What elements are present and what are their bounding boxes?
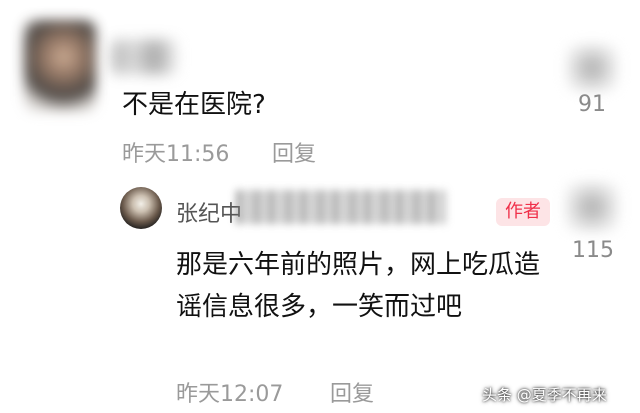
like-count: 115 (572, 238, 614, 263)
watermark: 头条 @夏季不再来 (482, 386, 607, 404)
reply-button[interactable]: 回复 (272, 136, 316, 168)
author-name[interactable]: 张纪中 (176, 196, 242, 228)
commenter-name-blurred[interactable] (112, 40, 176, 74)
author-avatar[interactable] (120, 187, 162, 229)
reply-button[interactable]: 回复 (330, 376, 374, 408)
like-count: 91 (578, 92, 606, 117)
like-icon[interactable] (566, 44, 618, 92)
reply-timestamp: 昨天12:07 (176, 382, 284, 407)
comment-timestamp: 昨天11:56 (122, 142, 230, 167)
comment-text: 不是在医院? (122, 90, 266, 120)
author-name-blurred (236, 190, 446, 224)
commenter-avatar-blurred[interactable] (24, 20, 96, 112)
like-icon[interactable] (565, 182, 619, 232)
author-badge: 作者 (496, 198, 550, 226)
reply-text: 那是六年前的照片，网上吃瓜造谣信息很多，一笑而过吧 (176, 250, 541, 322)
